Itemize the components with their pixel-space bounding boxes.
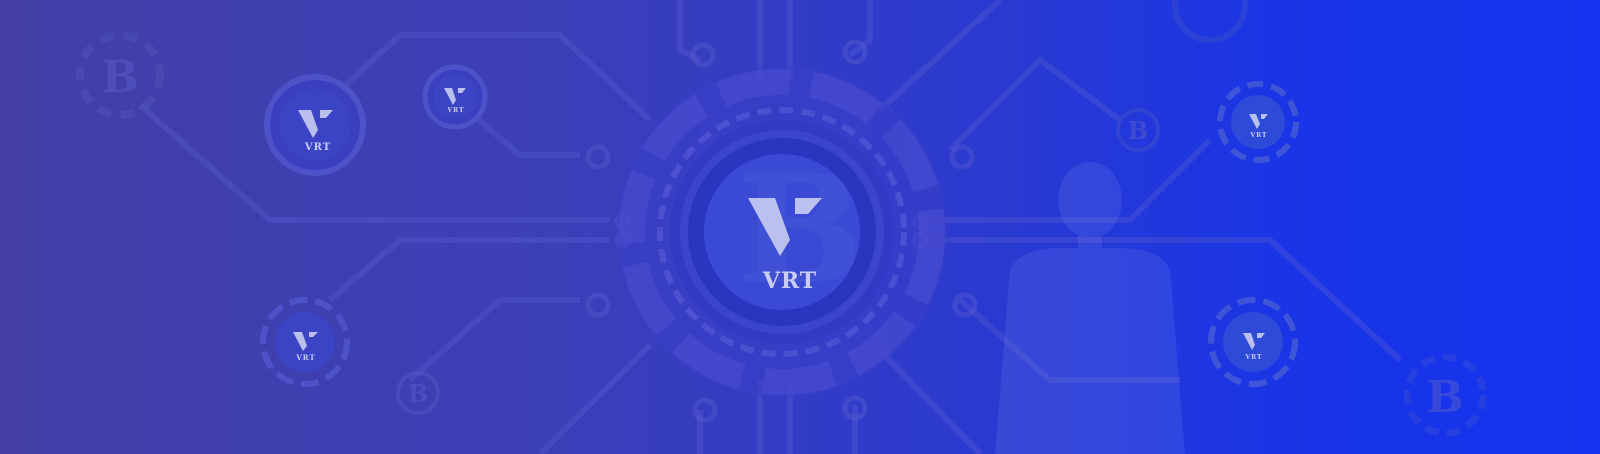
person-silhouette [995, 162, 1185, 454]
main-logo-text: VRT [762, 268, 817, 294]
coin-text-3: VRT [295, 353, 315, 362]
coin-text-1: VRT [304, 142, 331, 153]
coin-text-4: VRT [1249, 132, 1267, 139]
svg-text:B: B [1128, 116, 1148, 145]
hero-banner: B B B B B VRT VRT VRT VRT VRT VRT [0, 0, 1600, 454]
coin-text-2: VRT [446, 107, 464, 114]
coin-text-5: VRT [1244, 354, 1262, 361]
svg-text:B: B [101, 52, 138, 103]
svg-text:B: B [1426, 372, 1463, 423]
circuit-lines-decoration: B B B B B VRT VRT VRT VRT VRT VRT [76, 0, 1487, 454]
svg-text:B: B [408, 379, 428, 408]
